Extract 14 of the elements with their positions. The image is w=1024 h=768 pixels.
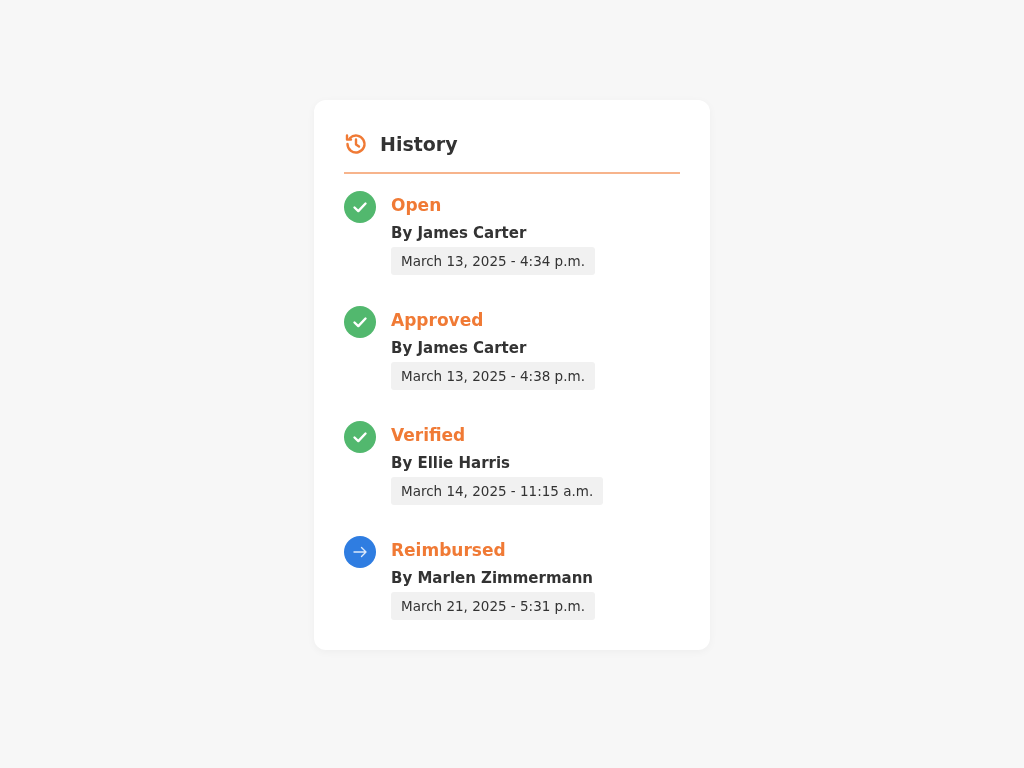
- date-tag: March 14, 2025 - 11:15 a.m.: [391, 477, 604, 505]
- date-tag: March 21, 2025 - 5:31 p.m.: [391, 592, 595, 620]
- status-label: Open: [391, 194, 442, 216]
- author-text: By Marlen Zimmermann: [391, 569, 594, 588]
- author-text: By James Carter: [391, 224, 527, 243]
- author-text: By James Carter: [391, 339, 527, 358]
- status-label: Approved: [391, 309, 484, 331]
- date-tag: March 13, 2025 - 4:38 p.m.: [391, 362, 595, 390]
- history-icon: [344, 132, 368, 156]
- card-title: History: [380, 133, 458, 155]
- author-text: By Ellie Harris: [391, 454, 511, 473]
- status-label: Verified: [391, 424, 466, 446]
- date-tag: March 13, 2025 - 4:34 p.m.: [391, 247, 595, 275]
- status-label: Reimbursed: [391, 539, 506, 561]
